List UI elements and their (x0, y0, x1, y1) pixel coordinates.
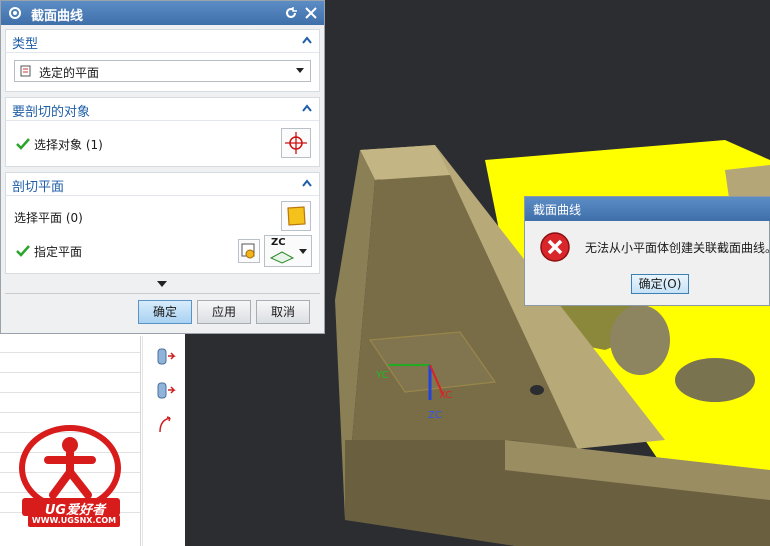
collapse-icon[interactable] (301, 34, 313, 46)
zc-label: ZC (271, 237, 286, 248)
collapse-icon[interactable] (301, 102, 313, 114)
plane-dialog-button[interactable] (238, 239, 260, 263)
type-section: 类型 选定的平面 (5, 29, 320, 92)
select-plane-label[interactable]: 选择平面 (0) (14, 209, 83, 226)
plane-section-title: 剖切平面 (12, 180, 65, 195)
select-plane-button[interactable] (281, 201, 311, 231)
error-message-box: 截面曲线 无法从小平面体创建关联截面曲线。 确定(O) (524, 196, 770, 306)
select-object-label[interactable]: 选择对象 (1) (34, 136, 103, 153)
cancel-button[interactable]: 取消 (256, 300, 310, 324)
check-icon (16, 245, 30, 257)
objects-section-header[interactable]: 要剖切的对象 (6, 98, 319, 121)
plane-section-header[interactable]: 剖切平面 (6, 173, 319, 196)
cutting-plane-section: 剖切平面 选择平面 (0) 指定平面 ZC (5, 172, 320, 274)
close-icon[interactable] (304, 6, 318, 20)
message-title: 截面曲线 (533, 203, 582, 217)
dialog-titlebar[interactable]: 截面曲线 (1, 1, 324, 25)
plane-select-icon (20, 65, 31, 77)
plane-dialog-icon (241, 243, 255, 259)
message-ok-button[interactable]: 确定(O) (631, 274, 689, 294)
section-curve-dialog: 截面曲线 类型 选定的平面 要剖切的对象 选择对象 (1) 剖切平面 选择平面 … (0, 0, 325, 334)
zc-plane-icon (269, 251, 295, 264)
objects-section-title: 要剖切的对象 (12, 105, 91, 120)
ok-button[interactable]: 确定 (138, 300, 192, 324)
collapse-icon[interactable] (301, 177, 313, 189)
type-section-header[interactable]: 类型 (6, 30, 319, 53)
cylinder-arrow-icon-2[interactable] (155, 380, 177, 402)
side-toolbar (142, 336, 186, 546)
ugsnx-watermark-logo: UG爱好者 WWW.UGSNX.COM (8, 420, 138, 532)
check-icon (16, 138, 30, 150)
apply-button[interactable]: 应用 (197, 300, 251, 324)
chevron-down-icon (299, 249, 307, 254)
cylinder-arrow-icon[interactable] (155, 346, 177, 368)
z-axis-label: ZC (428, 410, 442, 421)
watermark-url: WWW.UGSNX.COM (31, 516, 117, 525)
plane-type-dropdown[interactable]: ZC (264, 235, 312, 267)
curve-arrow-icon[interactable] (155, 414, 177, 436)
more-options-icon[interactable] (157, 281, 167, 289)
chevron-down-icon (296, 68, 304, 73)
error-icon (540, 232, 570, 262)
reset-icon[interactable] (284, 6, 298, 20)
type-dropdown[interactable]: 选定的平面 (14, 60, 311, 82)
message-titlebar[interactable]: 截面曲线 (525, 197, 770, 221)
y-axis-label: YC (375, 370, 389, 381)
specify-plane-label[interactable]: 指定平面 (34, 243, 82, 260)
gear-icon[interactable] (7, 5, 23, 21)
crosshair-icon (285, 132, 307, 154)
message-text: 无法从小平面体创建关联截面曲线。 (585, 241, 770, 255)
objects-section: 要剖切的对象 选择对象 (1) (5, 97, 320, 167)
type-dropdown-value: 选定的平面 (39, 66, 100, 80)
select-object-button[interactable] (281, 128, 311, 158)
x-axis-label: XC (439, 390, 452, 401)
dialog-title: 截面曲线 (31, 9, 84, 24)
plane-icon (287, 206, 306, 226)
type-section-title: 类型 (12, 37, 39, 52)
